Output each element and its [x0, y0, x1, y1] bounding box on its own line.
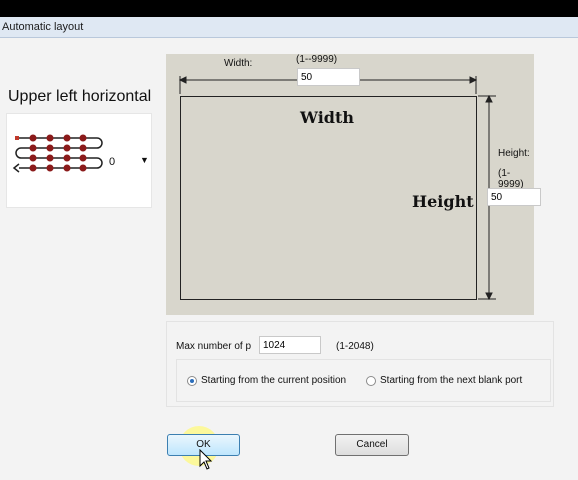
- title-bar[interactable]: Automatic layout: [0, 17, 578, 38]
- start-current-label[interactable]: Starting from the current position: [201, 375, 346, 386]
- height-input[interactable]: [487, 188, 541, 206]
- serpentine-layout-icon: [12, 134, 103, 173]
- max-number-input[interactable]: [259, 336, 321, 354]
- window-title: Automatic layout: [2, 21, 84, 33]
- width-caption: Width:: [224, 58, 253, 69]
- options-panel: Max number of p (1-2048) Starting from t…: [166, 321, 554, 407]
- layout-mode-label: Upper left horizontal: [8, 88, 152, 105]
- chevron-down-icon[interactable]: ▼: [140, 155, 149, 165]
- layout-pattern-selector[interactable]: 0 ▼: [6, 113, 152, 208]
- width-range: (1--9999): [296, 54, 338, 65]
- width-input[interactable]: [297, 68, 360, 86]
- height-diagram-label: Height: [412, 192, 474, 211]
- start-next-blank-radio[interactable]: [366, 376, 376, 386]
- screen-top-edge: [0, 0, 578, 17]
- width-diagram-label: Width: [300, 108, 354, 127]
- height-caption: Height:: [498, 148, 530, 159]
- max-number-label: Max number of p: [176, 341, 252, 352]
- layout-mode-value: 0: [109, 156, 116, 168]
- mouse-pointer-icon: [199, 449, 213, 470]
- max-number-range: (1-2048): [336, 341, 374, 352]
- height-range: (1-9999): [498, 168, 524, 190]
- start-current-radio[interactable]: [187, 376, 197, 386]
- cancel-button[interactable]: Cancel: [335, 434, 409, 456]
- start-position-group: Starting from the current position Start…: [176, 359, 551, 402]
- start-next-blank-label[interactable]: Starting from the next blank port: [380, 375, 522, 386]
- dimension-diagram: Width: (1--9999) Width Height Height: (1…: [166, 54, 541, 315]
